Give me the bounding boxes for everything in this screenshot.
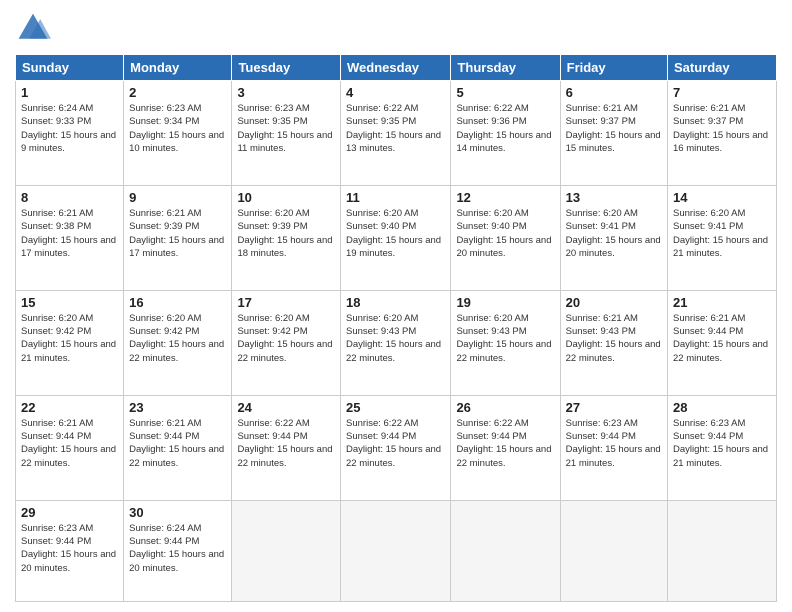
table-row: 3Sunrise: 6:23 AMSunset: 9:35 PMDaylight…: [232, 81, 341, 186]
table-row: 6Sunrise: 6:21 AMSunset: 9:37 PMDaylight…: [560, 81, 667, 186]
table-row: 7Sunrise: 6:21 AMSunset: 9:37 PMDaylight…: [668, 81, 777, 186]
header-row: SundayMondayTuesdayWednesdayThursdayFrid…: [16, 55, 777, 81]
table-row: 21Sunrise: 6:21 AMSunset: 9:44 PMDayligh…: [668, 290, 777, 395]
logo-icon: [15, 10, 51, 46]
table-row: 24Sunrise: 6:22 AMSunset: 9:44 PMDayligh…: [232, 395, 341, 500]
table-row: 13Sunrise: 6:20 AMSunset: 9:41 PMDayligh…: [560, 185, 667, 290]
table-row: 29Sunrise: 6:23 AMSunset: 9:44 PMDayligh…: [16, 500, 124, 601]
table-row: 18Sunrise: 6:20 AMSunset: 9:43 PMDayligh…: [341, 290, 451, 395]
col-header-monday: Monday: [124, 55, 232, 81]
col-header-sunday: Sunday: [16, 55, 124, 81]
table-row: 11Sunrise: 6:20 AMSunset: 9:40 PMDayligh…: [341, 185, 451, 290]
col-header-wednesday: Wednesday: [341, 55, 451, 81]
col-header-friday: Friday: [560, 55, 667, 81]
calendar-week-5: 29Sunrise: 6:23 AMSunset: 9:44 PMDayligh…: [16, 500, 777, 601]
table-row: [668, 500, 777, 601]
header: [15, 10, 777, 46]
calendar-week-3: 15Sunrise: 6:20 AMSunset: 9:42 PMDayligh…: [16, 290, 777, 395]
table-row: 10Sunrise: 6:20 AMSunset: 9:39 PMDayligh…: [232, 185, 341, 290]
page: SundayMondayTuesdayWednesdayThursdayFrid…: [0, 0, 792, 612]
table-row: 15Sunrise: 6:20 AMSunset: 9:42 PMDayligh…: [16, 290, 124, 395]
calendar-week-4: 22Sunrise: 6:21 AMSunset: 9:44 PMDayligh…: [16, 395, 777, 500]
calendar-table: SundayMondayTuesdayWednesdayThursdayFrid…: [15, 54, 777, 602]
table-row: 14Sunrise: 6:20 AMSunset: 9:41 PMDayligh…: [668, 185, 777, 290]
table-row: 30Sunrise: 6:24 AMSunset: 9:44 PMDayligh…: [124, 500, 232, 601]
table-row: 22Sunrise: 6:21 AMSunset: 9:44 PMDayligh…: [16, 395, 124, 500]
col-header-tuesday: Tuesday: [232, 55, 341, 81]
table-row: 28Sunrise: 6:23 AMSunset: 9:44 PMDayligh…: [668, 395, 777, 500]
table-row: 12Sunrise: 6:20 AMSunset: 9:40 PMDayligh…: [451, 185, 560, 290]
table-row: 23Sunrise: 6:21 AMSunset: 9:44 PMDayligh…: [124, 395, 232, 500]
calendar-week-2: 8Sunrise: 6:21 AMSunset: 9:38 PMDaylight…: [16, 185, 777, 290]
table-row: 16Sunrise: 6:20 AMSunset: 9:42 PMDayligh…: [124, 290, 232, 395]
table-row: 26Sunrise: 6:22 AMSunset: 9:44 PMDayligh…: [451, 395, 560, 500]
table-row: 4Sunrise: 6:22 AMSunset: 9:35 PMDaylight…: [341, 81, 451, 186]
calendar-week-1: 1Sunrise: 6:24 AMSunset: 9:33 PMDaylight…: [16, 81, 777, 186]
table-row: [560, 500, 667, 601]
table-row: 20Sunrise: 6:21 AMSunset: 9:43 PMDayligh…: [560, 290, 667, 395]
table-row: 1Sunrise: 6:24 AMSunset: 9:33 PMDaylight…: [16, 81, 124, 186]
table-row: 5Sunrise: 6:22 AMSunset: 9:36 PMDaylight…: [451, 81, 560, 186]
table-row: 19Sunrise: 6:20 AMSunset: 9:43 PMDayligh…: [451, 290, 560, 395]
table-row: 8Sunrise: 6:21 AMSunset: 9:38 PMDaylight…: [16, 185, 124, 290]
table-row: 25Sunrise: 6:22 AMSunset: 9:44 PMDayligh…: [341, 395, 451, 500]
col-header-saturday: Saturday: [668, 55, 777, 81]
table-row: 27Sunrise: 6:23 AMSunset: 9:44 PMDayligh…: [560, 395, 667, 500]
table-row: 17Sunrise: 6:20 AMSunset: 9:42 PMDayligh…: [232, 290, 341, 395]
table-row: 2Sunrise: 6:23 AMSunset: 9:34 PMDaylight…: [124, 81, 232, 186]
table-row: [232, 500, 341, 601]
col-header-thursday: Thursday: [451, 55, 560, 81]
table-row: 9Sunrise: 6:21 AMSunset: 9:39 PMDaylight…: [124, 185, 232, 290]
table-row: [341, 500, 451, 601]
table-row: [451, 500, 560, 601]
logo: [15, 10, 55, 46]
